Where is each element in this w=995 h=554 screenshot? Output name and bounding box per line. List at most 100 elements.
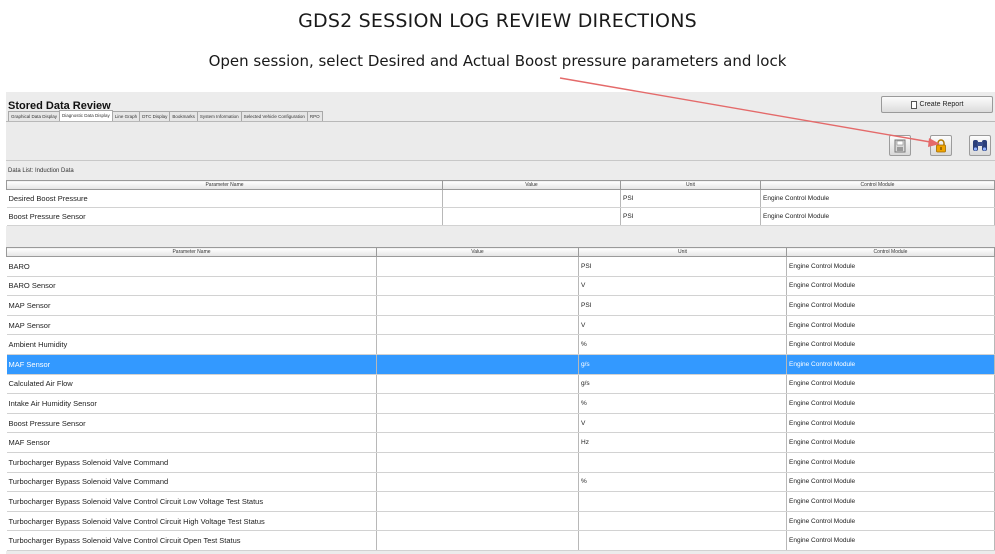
search-button[interactable] bbox=[969, 135, 991, 156]
value-cell bbox=[376, 354, 579, 375]
tab-selected-vehicle-configuration[interactable]: Selected Vehicle Configuration bbox=[240, 111, 308, 121]
save-icon bbox=[894, 139, 906, 152]
unit-cell bbox=[578, 511, 787, 532]
column-header-control-module[interactable]: Control Module bbox=[760, 180, 995, 190]
table-row[interactable]: BARO Sensor V Engine Control Module bbox=[6, 276, 995, 297]
parameter-name-cell: Calculated Air Flow bbox=[6, 374, 377, 395]
control-module-cell: Engine Control Module bbox=[786, 393, 995, 414]
parameters-table: Parameter Name Value Unit Control Module… bbox=[6, 247, 995, 551]
parameter-name-cell: MAP Sensor bbox=[6, 315, 377, 336]
column-header-parameter-name[interactable]: Parameter Name bbox=[6, 247, 377, 257]
parameter-name-cell: MAF Sensor bbox=[6, 432, 377, 453]
control-module-cell: Engine Control Module bbox=[786, 354, 995, 375]
control-module-cell: Engine Control Module bbox=[786, 491, 995, 512]
value-cell bbox=[376, 511, 579, 532]
value-cell bbox=[376, 256, 579, 277]
parameter-name-cell: MAP Sensor bbox=[6, 295, 377, 316]
parameter-name-cell: Turbocharger Bypass Solenoid Valve Comma… bbox=[6, 472, 377, 493]
control-module-cell: Engine Control Module bbox=[786, 374, 995, 395]
table-row[interactable]: MAF Sensor Hz Engine Control Module bbox=[6, 432, 995, 453]
document-subtitle: Open session, select Desired and Actual … bbox=[208, 52, 787, 70]
control-module-cell: Engine Control Module bbox=[786, 511, 995, 532]
unit-cell: % bbox=[578, 472, 787, 493]
control-module-cell: Engine Control Module bbox=[760, 207, 995, 226]
parameter-name-cell: Turbocharger Bypass Solenoid Valve Contr… bbox=[6, 511, 377, 532]
tab-line-graph[interactable]: Line Graph bbox=[111, 111, 141, 121]
control-module-cell: Engine Control Module bbox=[786, 334, 995, 355]
unit-cell: V bbox=[578, 276, 787, 297]
table-row[interactable]: Turbocharger Bypass Solenoid Valve Comma… bbox=[6, 472, 995, 493]
table-row[interactable]: Desired Boost Pressure PSI Engine Contro… bbox=[6, 189, 995, 208]
control-module-cell: Engine Control Module bbox=[786, 413, 995, 434]
unit-cell: PSI bbox=[620, 189, 761, 208]
unit-cell bbox=[578, 530, 787, 551]
parameter-name-cell: Ambient Humidity bbox=[6, 334, 377, 355]
unit-cell: PSI bbox=[620, 207, 761, 226]
control-module-cell: Engine Control Module bbox=[786, 432, 995, 453]
table-row[interactable]: Intake Air Humidity Sensor% Engine Contro… bbox=[6, 393, 995, 414]
unit-cell: V bbox=[578, 315, 787, 336]
stored-data-review-window: Stored Data Review Create Report Graphic… bbox=[6, 92, 995, 554]
control-module-cell: Engine Control Module bbox=[786, 276, 995, 297]
column-header-control-module[interactable]: Control Module bbox=[786, 247, 995, 257]
control-module-cell: Engine Control Module bbox=[786, 295, 995, 316]
create-report-label: Create Report bbox=[919, 101, 964, 108]
unit-cell bbox=[578, 491, 787, 512]
binoculars-icon bbox=[973, 140, 987, 151]
lock-button[interactable] bbox=[930, 135, 952, 156]
unit-cell: Hz bbox=[578, 432, 787, 453]
parameter-name-cell: Turbocharger Bypass Solenoid Valve Contr… bbox=[6, 530, 377, 551]
table-row[interactable]: Boost Pressure Sensor V Engine Control Mod… bbox=[6, 413, 995, 434]
table-row[interactable]: MAP Sensor V Engine Control Module bbox=[6, 315, 995, 336]
value-cell bbox=[442, 207, 621, 226]
value-cell bbox=[376, 452, 579, 473]
parameter-name-cell: Boost Pressure Sensor bbox=[6, 207, 443, 226]
column-header-value[interactable]: Value bbox=[442, 180, 621, 190]
table-row-selected[interactable]: MAF Sensor g/s Engine Control Module bbox=[6, 354, 995, 375]
value-cell bbox=[376, 276, 579, 297]
tab-diagnostic-data-display[interactable]: Diagnostic Data Display bbox=[59, 110, 113, 121]
value-cell bbox=[376, 432, 579, 453]
table-row[interactable]: Boost Pressure Sensor PSI Engine Control… bbox=[6, 207, 995, 226]
column-header-parameter-name[interactable]: Parameter Name bbox=[6, 180, 443, 190]
unit-cell: % bbox=[578, 393, 787, 414]
unit-cell bbox=[578, 452, 787, 473]
toolbar bbox=[6, 121, 995, 161]
parameter-name-cell: MAF Sensor bbox=[6, 354, 377, 375]
unit-cell: g/s bbox=[578, 354, 787, 375]
table-row[interactable]: Turbocharger Bypass Solenoid Valve Contr… bbox=[6, 511, 995, 532]
create-report-button[interactable]: Create Report bbox=[881, 96, 993, 113]
table-row[interactable]: MAP Sensor PSI Engine Control Module bbox=[6, 295, 995, 316]
value-cell bbox=[376, 393, 579, 414]
tab-graphical-data-display[interactable]: Graphical Data Display bbox=[8, 111, 61, 121]
value-cell bbox=[376, 295, 579, 316]
table-row[interactable]: BARO PSI Engine Control Module bbox=[6, 256, 995, 277]
tab-rpo[interactable]: RPO bbox=[306, 111, 323, 121]
value-cell bbox=[376, 491, 579, 512]
save-button[interactable] bbox=[889, 135, 911, 156]
control-module-cell: Engine Control Module bbox=[760, 189, 995, 208]
table-row[interactable]: Turbocharger Bypass Solenoid Valve Contr… bbox=[6, 491, 995, 512]
table-row[interactable]: Calculated Air Flow g/s Engine Control Mod… bbox=[6, 374, 995, 395]
table-row[interactable]: Turbocharger Bypass Solenoid Valve Comma… bbox=[6, 452, 995, 473]
table-row[interactable]: Turbocharger Bypass Solenoid Valve Contr… bbox=[6, 530, 995, 551]
tab-dtc-display[interactable]: DTC Display bbox=[139, 111, 171, 121]
document-title: GDS2 SESSION LOG REVIEW DIRECTIONS bbox=[298, 10, 697, 32]
value-cell bbox=[376, 315, 579, 336]
control-module-cell: Engine Control Module bbox=[786, 256, 995, 277]
column-header-unit[interactable]: Unit bbox=[578, 247, 787, 257]
parameter-name-cell: BARO Sensor bbox=[6, 276, 377, 297]
table-header-row: Parameter Name Value Unit Control Module bbox=[6, 247, 995, 257]
tab-bookmarks[interactable]: Bookmarks bbox=[169, 111, 198, 121]
control-module-cell: Engine Control Module bbox=[786, 530, 995, 551]
control-module-cell: Engine Control Module bbox=[786, 452, 995, 473]
table-row[interactable]: Ambient Humidity% Engine Control Module bbox=[6, 334, 995, 355]
tab-system-information[interactable]: System Information bbox=[196, 111, 242, 121]
data-list-label: Data List: Induction Data bbox=[8, 168, 74, 174]
locked-parameters-table: Parameter Name Value Unit Control Module… bbox=[6, 180, 995, 226]
column-header-value[interactable]: Value bbox=[376, 247, 579, 257]
table-header-row: Parameter Name Value Unit Control Module bbox=[6, 180, 995, 190]
column-header-unit[interactable]: Unit bbox=[620, 180, 761, 190]
control-module-cell: Engine Control Module bbox=[786, 315, 995, 336]
value-cell bbox=[376, 472, 579, 493]
